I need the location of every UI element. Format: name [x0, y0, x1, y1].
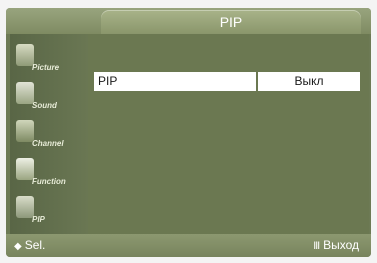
- osd-frame: PIP Picture Sound Channel Function PIP P…: [6, 8, 371, 257]
- sidebar-item-label: Function: [32, 177, 66, 186]
- sidebar-item-pip[interactable]: PIP: [16, 192, 88, 226]
- sidebar-item-channel[interactable]: Channel: [16, 116, 88, 150]
- sidebar-item-label: Picture: [32, 63, 60, 72]
- exit-hint: Ⅲ Выход: [313, 234, 359, 257]
- menu-row-value[interactable]: Выкл: [258, 72, 360, 91]
- sidebar: Picture Sound Channel Function PIP: [10, 34, 88, 234]
- sidebar-item-label: Sound: [32, 101, 57, 110]
- menu-content: PIP Выкл: [88, 34, 369, 234]
- sidebar-item-sound[interactable]: Sound: [16, 78, 88, 112]
- sidebar-item-function[interactable]: Function: [16, 154, 88, 188]
- menu-icon: Ⅲ: [313, 241, 321, 252]
- sidebar-item-label: PIP: [32, 215, 45, 224]
- select-hint: ◆ Sel.: [14, 234, 45, 257]
- page-title: PIP: [219, 14, 243, 30]
- menu-row-label[interactable]: PIP: [94, 72, 256, 91]
- footer-bar: ◆ Sel. Ⅲ Выход: [6, 234, 371, 257]
- select-label: Sel.: [24, 238, 46, 252]
- left-right-arrows-icon: ◆: [14, 241, 22, 252]
- exit-label: Выход: [323, 238, 359, 252]
- sidebar-item-picture[interactable]: Picture: [16, 40, 88, 74]
- sidebar-item-label: Channel: [32, 139, 64, 148]
- title-bar: PIP: [6, 8, 371, 34]
- tv-osd-screen: PIP Picture Sound Channel Function PIP P…: [0, 0, 377, 263]
